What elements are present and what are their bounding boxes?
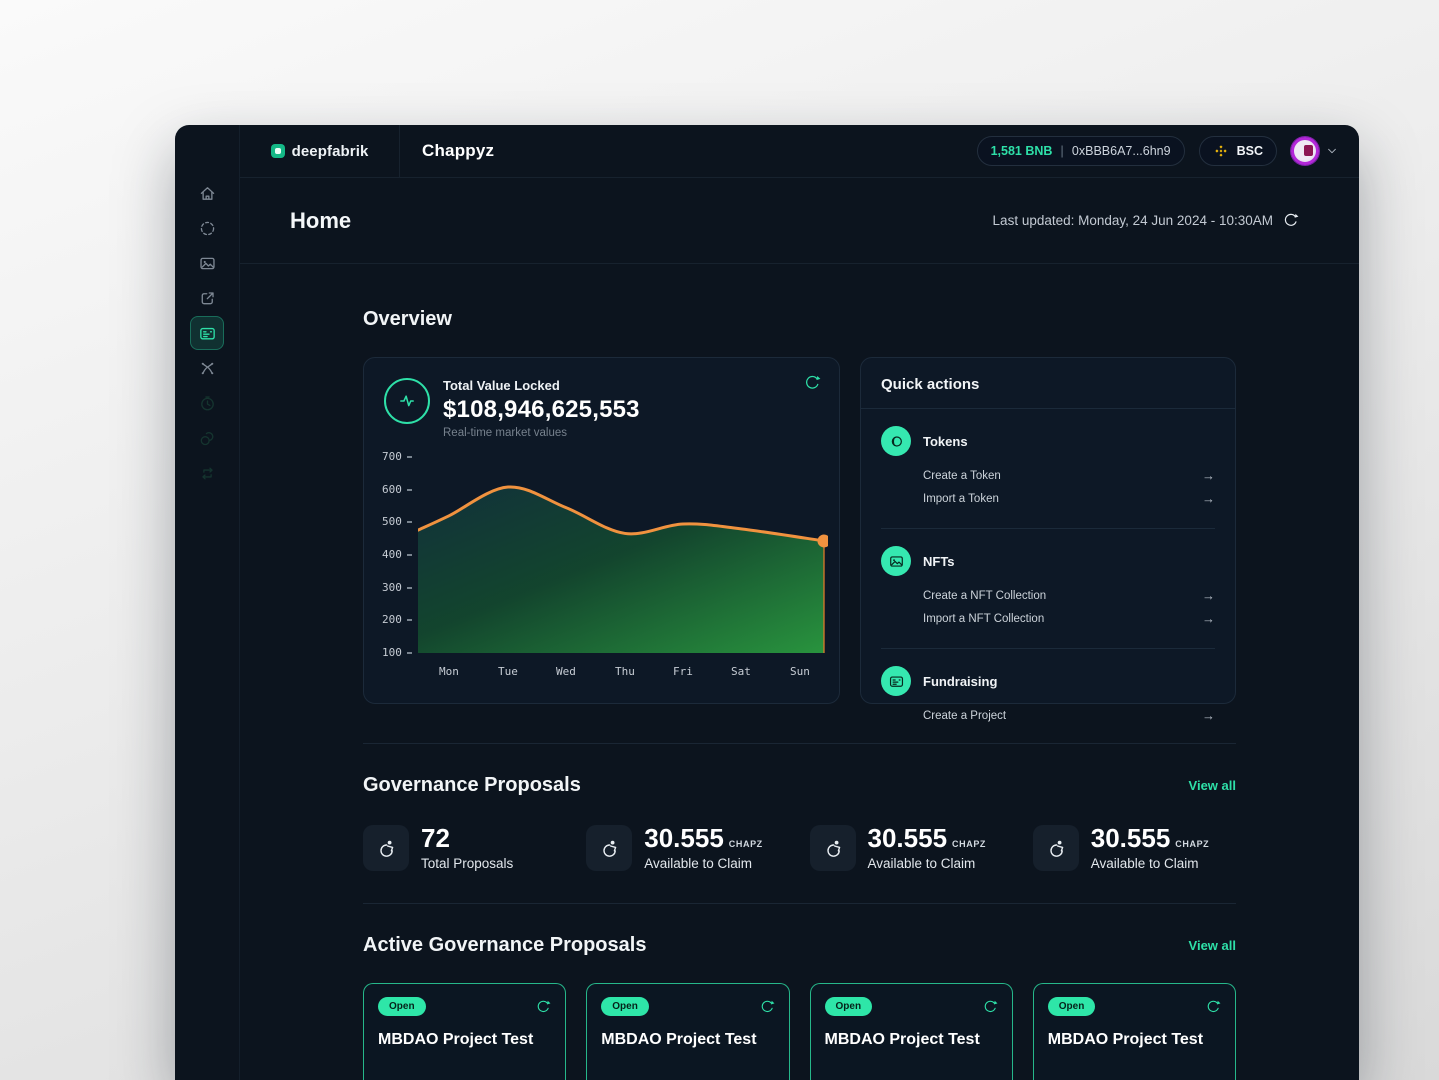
sidebar-item-network[interactable] bbox=[190, 351, 224, 385]
quick-actions-card: Quick actions Tokens Create a Token → bbox=[860, 357, 1236, 704]
action-create-nft-collection[interactable]: Create a NFT Collection → bbox=[923, 584, 1215, 607]
image-icon bbox=[881, 546, 911, 576]
section-divider bbox=[363, 903, 1236, 904]
action-create-project[interactable]: Create a Project → bbox=[923, 704, 1215, 727]
arrow-right-icon: → bbox=[1202, 469, 1215, 482]
refresh-icon[interactable] bbox=[1282, 212, 1299, 229]
proposal-card[interactable]: Open MBDAO Project Test bbox=[363, 983, 566, 1080]
brand-name: deepfabrik bbox=[292, 143, 369, 160]
share-icon bbox=[198, 289, 217, 308]
stat-available-to-claim: 30.555CHAPZ Available to Claim bbox=[1033, 825, 1236, 871]
tvl-chart: 700 600 500 400 300 200 100 bbox=[364, 451, 839, 683]
action-import-token[interactable]: Import a Token → bbox=[923, 487, 1215, 510]
governance-icon bbox=[586, 825, 632, 871]
wallet-pill[interactable]: 1,581 BNB | 0xBBB6A7...6hn9 bbox=[977, 136, 1185, 166]
wallet-address: 0xBBB6A7...6hn9 bbox=[1072, 144, 1171, 158]
avatar bbox=[1291, 137, 1319, 165]
activity-pulse-icon bbox=[384, 378, 430, 424]
tvl-label: Total Value Locked bbox=[443, 378, 640, 393]
overview-heading: Overview bbox=[363, 308, 1236, 331]
coin-icon bbox=[881, 426, 911, 456]
tvl-chart-card: Total Value Locked $108,946,625,553 Real… bbox=[363, 357, 840, 704]
active-proposals-list: Open MBDAO Project Test Open MBDAO Proje… bbox=[363, 983, 1236, 1080]
refresh-icon[interactable] bbox=[535, 999, 551, 1015]
proposal-title: MBDAO Project Test bbox=[825, 1031, 998, 1049]
quick-actions-title: Quick actions bbox=[861, 358, 1235, 409]
page-header: Home Last updated: Monday, 24 Jun 2024 -… bbox=[240, 178, 1359, 264]
history-clock-icon bbox=[198, 394, 217, 413]
network-label: BSC bbox=[1237, 144, 1263, 158]
governance-icon bbox=[363, 825, 409, 871]
proposal-title: MBDAO Project Test bbox=[1048, 1031, 1221, 1049]
proposal-title: MBDAO Project Test bbox=[601, 1031, 774, 1049]
sidebar-item-coins[interactable] bbox=[190, 421, 224, 455]
nft-image-icon bbox=[198, 254, 217, 273]
tvl-refresh-icon[interactable] bbox=[803, 374, 821, 392]
governance-icon bbox=[1033, 825, 1079, 871]
active-proposals-view-all-link[interactable]: View all bbox=[1189, 938, 1236, 953]
governance-heading: Governance Proposals bbox=[363, 774, 581, 797]
sidebar-item-history[interactable] bbox=[190, 386, 224, 420]
network-icon bbox=[198, 359, 217, 378]
arrow-right-icon: → bbox=[1202, 589, 1215, 602]
last-updated-text: Last updated: Monday, 24 Jun 2024 - 10:3… bbox=[993, 213, 1273, 228]
brand-logo-icon bbox=[271, 144, 285, 158]
app-title: Chappyz bbox=[422, 141, 494, 161]
refresh-icon[interactable] bbox=[982, 999, 998, 1015]
tvl-value: $108,946,625,553 bbox=[443, 396, 640, 424]
governance-stats: 72 Total Proposals 30.555CHAPZ Available… bbox=[363, 825, 1236, 871]
governance-view-all-link[interactable]: View all bbox=[1189, 778, 1236, 793]
proposal-card[interactable]: Open MBDAO Project Test bbox=[586, 983, 789, 1080]
refresh-icon[interactable] bbox=[1205, 999, 1221, 1015]
brand-logo[interactable]: deepfabrik bbox=[240, 125, 400, 177]
action-import-nft-collection[interactable]: Import a NFT Collection → bbox=[923, 607, 1215, 630]
account-menu-button[interactable] bbox=[1291, 137, 1339, 165]
proposal-title: MBDAO Project Test bbox=[378, 1031, 551, 1049]
home-icon bbox=[198, 184, 217, 203]
list-icon bbox=[881, 666, 911, 696]
quick-actions-group-tokens: Tokens Create a Token → Import a Token → bbox=[881, 409, 1215, 529]
refresh-icon[interactable] bbox=[759, 999, 775, 1015]
active-proposals-heading: Active Governance Proposals bbox=[363, 934, 646, 957]
sidebar-item-share[interactable] bbox=[190, 281, 224, 315]
coins-icon bbox=[198, 429, 217, 448]
stat-available-to-claim: 30.555CHAPZ Available to Claim bbox=[810, 825, 1013, 871]
wallet-separator: | bbox=[1060, 144, 1064, 158]
network-pill[interactable]: BSC bbox=[1199, 136, 1277, 166]
chart-x-axis: Mon Tue Wed Thu Fri Sat Sun bbox=[418, 665, 828, 681]
arrow-right-icon: → bbox=[1202, 492, 1215, 505]
proposal-card[interactable]: Open MBDAO Project Test bbox=[1033, 983, 1236, 1080]
topbar: deepfabrik Chappyz 1,581 BNB | 0xBBB6A7.… bbox=[240, 125, 1359, 178]
sidebar-item-swap[interactable] bbox=[190, 456, 224, 490]
sidebar-item-nfts[interactable] bbox=[190, 246, 224, 280]
token-circle-icon bbox=[198, 219, 217, 238]
tvl-subtitle: Real-time market values bbox=[443, 427, 640, 439]
quick-actions-group-nfts: NFTs Create a NFT Collection → Import a … bbox=[881, 529, 1215, 649]
bnb-icon bbox=[1213, 143, 1229, 159]
sidebar-item-home[interactable] bbox=[190, 176, 224, 210]
page-title: Home bbox=[290, 208, 351, 234]
chart-y-axis: 700 600 500 400 300 200 100 bbox=[376, 451, 412, 661]
main-content: Overview Total Value Locked $108,946,625… bbox=[240, 264, 1359, 1080]
fundraising-list-icon bbox=[198, 324, 217, 343]
sidebar bbox=[175, 125, 240, 1080]
status-badge: Open bbox=[825, 997, 873, 1016]
governance-icon bbox=[810, 825, 856, 871]
swap-icon bbox=[198, 464, 217, 483]
arrow-right-icon: → bbox=[1202, 709, 1215, 722]
status-badge: Open bbox=[601, 997, 649, 1016]
sidebar-item-tokens[interactable] bbox=[190, 211, 224, 245]
sidebar-item-fundraising[interactable] bbox=[190, 316, 224, 350]
action-create-token[interactable]: Create a Token → bbox=[923, 464, 1215, 487]
arrow-right-icon: → bbox=[1202, 612, 1215, 625]
quick-actions-group-fundraising: Fundraising Create a Project → bbox=[881, 649, 1215, 745]
status-badge: Open bbox=[1048, 997, 1096, 1016]
proposal-card[interactable]: Open MBDAO Project Test bbox=[810, 983, 1013, 1080]
stat-available-to-claim: 30.555CHAPZ Available to Claim bbox=[586, 825, 789, 871]
wallet-balance: 1,581 BNB bbox=[991, 144, 1053, 158]
app-window: deepfabrik Chappyz 1,581 BNB | 0xBBB6A7.… bbox=[175, 125, 1359, 1080]
status-badge: Open bbox=[378, 997, 426, 1016]
stat-total-proposals: 72 Total Proposals bbox=[363, 825, 566, 871]
chevron-down-icon bbox=[1325, 144, 1339, 158]
